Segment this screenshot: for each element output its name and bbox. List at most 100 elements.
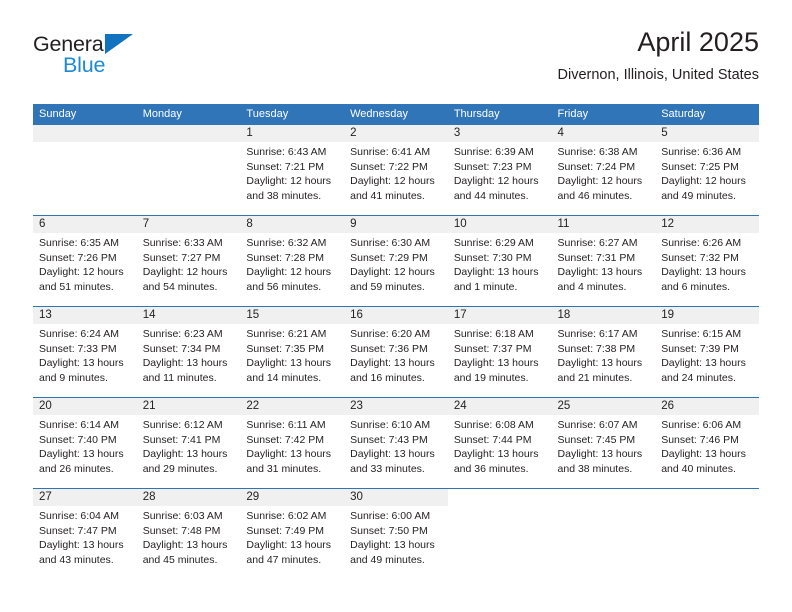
calendar-week-row: 27 Sunrise: 6:04 AM Sunset: 7:47 PM Dayligh…: [33, 488, 759, 579]
daylight-text-line1: Daylight: 13 hours: [350, 357, 435, 370]
calendar-day-cell[interactable]: 19 Sunrise: 6:15 AM Sunset: 7:39 PM Dayligh…: [655, 307, 759, 397]
calendar-day-cell[interactable]: 22 Sunrise: 6:11 AM Sunset: 7:42 PM Dayligh…: [240, 398, 344, 488]
daylight-text-line2: and 9 minutes.: [39, 371, 108, 384]
day-detail-lines: Sunrise: 6:10 AM Sunset: 7:43 PM Daylight:…: [350, 418, 445, 476]
calendar-day-cell[interactable]: 10 Sunrise: 6:29 AM Sunset: 7:30 PM Dayligh…: [448, 216, 552, 306]
calendar-day-cell[interactable]: 14 Sunrise: 6:23 AM Sunset: 7:34 PM Dayligh…: [137, 307, 241, 397]
calendar-day-cell[interactable]: 12 Sunrise: 6:26 AM Sunset: 7:32 PM Dayligh…: [655, 216, 759, 306]
daylight-text-line1: Daylight: 13 hours: [142, 448, 228, 461]
day-detail-lines: Sunrise: 6:38 AM Sunset: 7:24 PM Daylight:…: [558, 145, 653, 203]
sunrise-text: Sunrise: 6:33 AM: [142, 237, 223, 249]
calendar-day-cell[interactable]: 4 Sunrise: 6:38 AM Sunset: 7:24 PM Daylight…: [552, 125, 656, 215]
calendar-day-cell[interactable]: 8 Sunrise: 6:32 AM Sunset: 7:28 PM Daylight…: [240, 216, 344, 306]
daylight-text-line1: Daylight: 13 hours: [557, 266, 643, 279]
sunrise-text: Sunrise: 6:03 AM: [142, 510, 223, 522]
day-number: 14: [142, 309, 156, 321]
day-of-week-header-row: Sunday Monday Tuesday Wednesday Thursday Frid…: [33, 104, 759, 125]
triangle-icon: [105, 34, 133, 54]
day-detail-lines: Sunrise: 6:43 AM Sunset: 7:21 PM Daylight:…: [246, 145, 341, 203]
daylight-text-line2: and 51 minutes.: [39, 280, 114, 293]
day-of-week-header: Wednesday: [350, 108, 408, 120]
calendar-day-cell[interactable]: 6 Sunrise: 6:35 AM Sunset: 7:26 PM Daylight…: [33, 216, 137, 306]
calendar-day-cell[interactable]: 5 Sunrise: 6:36 AM Sunset: 7:25 PM Daylight…: [655, 125, 759, 215]
day-number: 16: [350, 309, 363, 321]
daylight-text-line1: Daylight: 12 hours: [350, 266, 435, 279]
daylight-text-line2: and 49 minutes.: [350, 553, 425, 566]
calendar-day-cell[interactable]: 17 Sunrise: 6:18 AM Sunset: 7:37 PM Dayligh…: [448, 307, 552, 397]
daylight-text-line1: Daylight: 12 hours: [557, 175, 643, 188]
day-number: 25: [557, 400, 571, 412]
daylight-text-line2: and 45 minutes.: [142, 553, 218, 566]
sunrise-text: Sunrise: 6:04 AM: [39, 510, 119, 522]
calendar-day-cell[interactable]: 29 Sunrise: 6:02 AM Sunset: 7:49 PM Dayligh…: [240, 489, 344, 579]
calendar-day-cell[interactable]: 20 Sunrise: 6:14 AM Sunset: 7:40 PM Dayligh…: [33, 398, 137, 488]
day-detail-lines: Sunrise: 6:23 AM Sunset: 7:34 PM Daylight:…: [143, 327, 238, 385]
day-number: 28: [142, 491, 156, 503]
day-detail-lines: Sunrise: 6:21 AM Sunset: 7:35 PM Daylight:…: [246, 327, 341, 385]
day-number: 13: [39, 309, 52, 321]
generalblue-logo[interactable]: General Blue: [33, 32, 253, 88]
day-detail-lines: Sunrise: 6:41 AM Sunset: 7:22 PM Daylight:…: [350, 145, 445, 203]
calendar-day-cell[interactable]: 25 Sunrise: 6:07 AM Sunset: 7:45 PM Dayligh…: [552, 398, 656, 488]
calendar-day-cell[interactable]: 9 Sunrise: 6:30 AM Sunset: 7:29 PM Daylight…: [344, 216, 448, 306]
daylight-text-line2: and 40 minutes.: [661, 462, 736, 475]
daylight-text-line1: Daylight: 13 hours: [246, 448, 332, 461]
day-number: 6: [39, 218, 46, 230]
calendar-day-cell[interactable]: 3 Sunrise: 6:39 AM Sunset: 7:23 PM Daylight…: [448, 125, 552, 215]
calendar-day-cell[interactable]: 7 Sunrise: 6:33 AM Sunset: 7:27 PM Daylight…: [137, 216, 241, 306]
calendar-day-cell[interactable]: 23 Sunrise: 6:10 AM Sunset: 7:43 PM Dayligh…: [344, 398, 448, 488]
calendar-day-cell[interactable]: 11 Sunrise: 6:27 AM Sunset: 7:31 PM Dayligh…: [552, 216, 656, 306]
calendar-day-cell[interactable]: 16 Sunrise: 6:20 AM Sunset: 7:36 PM Dayligh…: [344, 307, 448, 397]
day-number: 21: [142, 400, 156, 412]
day-of-week-header: Monday: [142, 108, 182, 120]
calendar-day-cell[interactable]: 28 Sunrise: 6:03 AM Sunset: 7:48 PM Dayligh…: [137, 489, 241, 579]
day-number: 9: [350, 218, 357, 230]
day-detail-lines: Sunrise: 6:33 AM Sunset: 7:27 PM Daylight:…: [143, 236, 238, 294]
calendar-day-cell[interactable]: 21 Sunrise: 6:12 AM Sunset: 7:41 PM Dayligh…: [137, 398, 241, 488]
daylight-text-line1: Daylight: 13 hours: [142, 357, 228, 370]
sunrise-text: Sunrise: 6:38 AM: [557, 146, 638, 158]
sunset-text: Sunset: 7:23 PM: [453, 160, 532, 173]
sunset-text: Sunset: 7:31 PM: [557, 251, 636, 264]
day-detail-lines: Sunrise: 6:39 AM Sunset: 7:23 PM Daylight:…: [454, 145, 549, 203]
daylight-text-line1: Daylight: 13 hours: [661, 357, 746, 370]
sunset-text: Sunset: 7:43 PM: [350, 433, 428, 446]
calendar-day-cell[interactable]: 13 Sunrise: 6:24 AM Sunset: 7:33 PM Dayligh…: [33, 307, 137, 397]
calendar-day-cell[interactable]: 2 Sunrise: 6:41 AM Sunset: 7:22 PM Daylight…: [344, 125, 448, 215]
calendar-day-cell[interactable]: 30 Sunrise: 6:00 AM Sunset: 7:50 PM Dayligh…: [344, 489, 448, 579]
daylight-text-line2: and 26 minutes.: [39, 462, 114, 475]
sunrise-text: Sunrise: 6:15 AM: [661, 328, 742, 340]
sunset-text: Sunset: 7:28 PM: [246, 251, 325, 264]
daylight-text-line1: Daylight: 12 hours: [142, 266, 228, 279]
day-detail-lines: Sunrise: 6:29 AM Sunset: 7:30 PM Daylight:…: [454, 236, 549, 294]
sunset-text: Sunset: 7:49 PM: [246, 524, 325, 537]
daylight-text-line1: Daylight: 12 hours: [661, 175, 746, 188]
calendar-day-cell[interactable]: 15 Sunrise: 6:21 AM Sunset: 7:35 PM Dayligh…: [240, 307, 344, 397]
sunrise-text: Sunrise: 6:08 AM: [453, 419, 534, 431]
calendar-day-cell[interactable]: 1 Sunrise: 6:43 AM Sunset: 7:21 PM Daylight…: [240, 125, 344, 215]
day-detail-lines: Sunrise: 6:15 AM Sunset: 7:39 PM Daylight:…: [661, 327, 756, 385]
daylight-text-line2: and 16 minutes.: [350, 371, 425, 384]
daylight-text-line2: and 31 minutes.: [246, 462, 322, 475]
daylight-text-line1: Daylight: 13 hours: [350, 539, 435, 552]
day-number: 30: [350, 491, 363, 503]
sunrise-text: Sunrise: 6:26 AM: [661, 237, 742, 249]
daylight-text-line2: and 21 minutes.: [557, 371, 633, 384]
calendar-day-cell-empty: [655, 489, 759, 579]
sunset-text: Sunset: 7:22 PM: [350, 160, 428, 173]
calendar-day-cell[interactable]: 27 Sunrise: 6:04 AM Sunset: 7:47 PM Dayligh…: [33, 489, 137, 579]
calendar-day-cell[interactable]: 18 Sunrise: 6:17 AM Sunset: 7:38 PM Dayligh…: [552, 307, 656, 397]
sunset-text: Sunset: 7:39 PM: [661, 342, 739, 355]
calendar-day-cell[interactable]: 26 Sunrise: 6:06 AM Sunset: 7:46 PM Dayligh…: [655, 398, 759, 488]
sunset-text: Sunset: 7:33 PM: [39, 342, 117, 355]
daylight-text-line1: Daylight: 13 hours: [39, 357, 124, 370]
day-number: 29: [246, 491, 260, 503]
day-number: 27: [39, 491, 52, 503]
calendar-day-cell[interactable]: 24 Sunrise: 6:08 AM Sunset: 7:44 PM Dayligh…: [448, 398, 552, 488]
sunrise-text: Sunrise: 6:29 AM: [453, 237, 534, 249]
sunrise-text: Sunrise: 6:20 AM: [350, 328, 431, 340]
title-block: April 2025 Divernon, Illinois, United St…: [558, 26, 760, 84]
sunset-text: Sunset: 7:35 PM: [246, 342, 325, 355]
day-detail-lines: Sunrise: 6:17 AM Sunset: 7:38 PM Daylight:…: [558, 327, 653, 385]
daylight-text-line2: and 36 minutes.: [453, 462, 529, 475]
